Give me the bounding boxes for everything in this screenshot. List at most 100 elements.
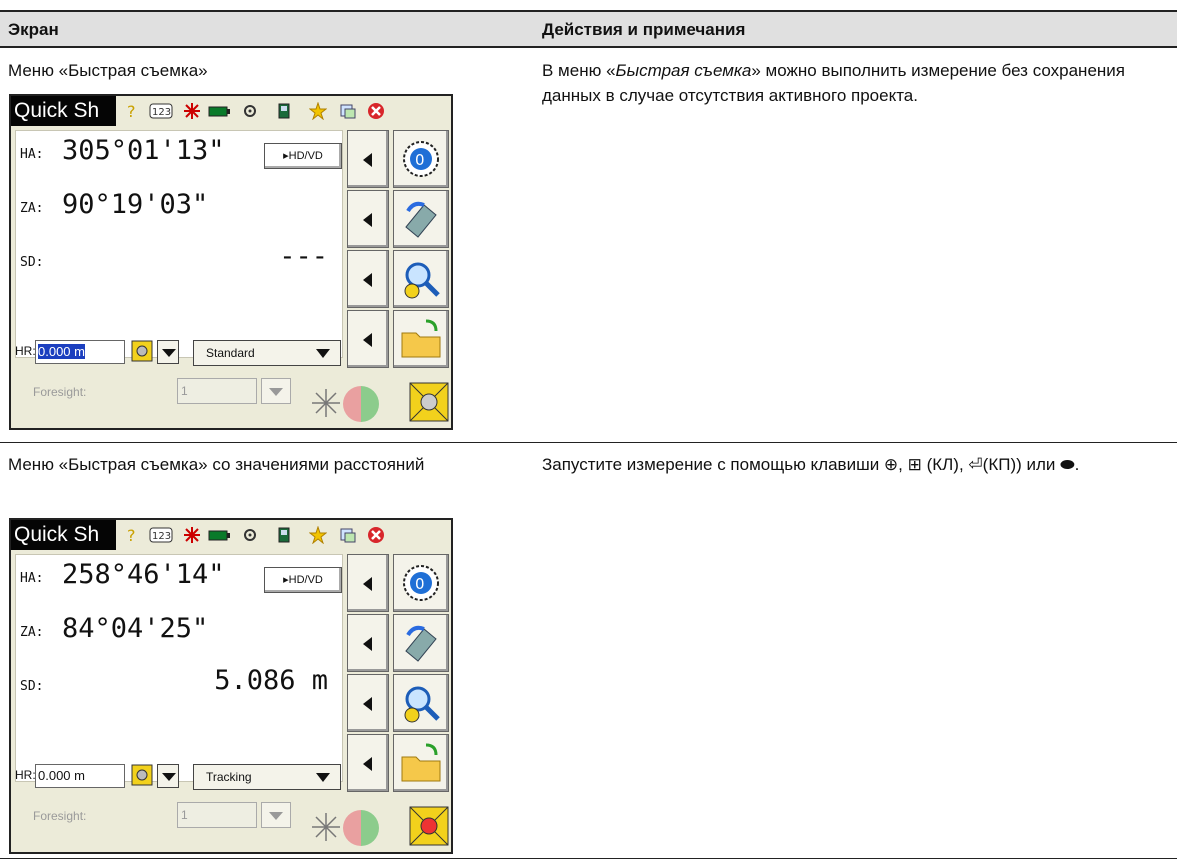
open-folder-button[interactable] (393, 310, 449, 368)
row1-notes: В меню «Быстрая съемка» можно выполнить … (542, 58, 1172, 108)
folder-icon (401, 319, 441, 358)
za-label: ZA: (20, 625, 44, 640)
svg-text:0: 0 (415, 575, 425, 593)
ha-value: 305°01'13" (62, 135, 225, 166)
foresight-dropdown[interactable] (261, 802, 291, 828)
svg-text:123: 123 (152, 107, 171, 118)
close-icon[interactable] (367, 526, 385, 544)
row-divider (0, 858, 1177, 859)
row1-notes-em: Быстрая съемка (615, 61, 752, 80)
row2-notes: Запустите измерение с помощью клавиши ⊕,… (542, 455, 1080, 474)
hr-value: 0.000 m (38, 344, 85, 359)
measurement-panel: HA: 305°01'13" ▸HD/VD ZA: 90°19'03" SD: … (15, 130, 343, 358)
face-indicator-icon (343, 386, 379, 422)
hr-label: HR: (15, 344, 36, 358)
svg-text:0: 0 (415, 151, 425, 169)
favorites-star-icon[interactable] (309, 526, 327, 544)
laser-pointer-icon[interactable] (183, 102, 201, 120)
screen-title: Quick Sh (11, 520, 116, 550)
prism-icon[interactable] (131, 340, 153, 362)
prism-icon[interactable] (131, 764, 153, 786)
search-target-button[interactable] (393, 674, 449, 732)
search-target-icon (404, 686, 440, 723)
expand-arrow-button[interactable] (347, 554, 389, 612)
keypad-123-icon[interactable]: 123 (149, 102, 173, 120)
laser-pointer-icon[interactable] (183, 526, 201, 544)
svg-text:?: ? (127, 526, 136, 544)
hr-input[interactable]: 0.000 m (35, 340, 125, 364)
battery-icon[interactable] (207, 102, 231, 120)
measure-button[interactable] (393, 614, 449, 672)
open-folder-button[interactable] (393, 734, 449, 792)
row1-caption: Меню «Быстрая съемка» (8, 61, 208, 80)
instrument-icon[interactable] (275, 526, 293, 544)
measure-icon (405, 201, 437, 238)
expand-arrow-button[interactable] (347, 250, 389, 308)
expand-arrow-button[interactable] (347, 310, 389, 368)
zero-set-button[interactable]: 0 (393, 554, 449, 612)
sd-value: 5.086 m (214, 665, 328, 696)
instrument-icon[interactable] (275, 102, 293, 120)
measurement-panel: HA: 258°46'14" ▸HD/VD ZA: 84°04'25" SD: … (15, 554, 343, 782)
settings-icon[interactable] (241, 102, 259, 120)
zero-set-icon: 0 (403, 565, 439, 601)
ha-value: 258°46'14" (62, 559, 225, 590)
foresight-input[interactable]: 1 (177, 802, 257, 828)
mode-select[interactable]: Standard (193, 340, 341, 366)
expand-arrow-button[interactable] (347, 130, 389, 188)
prism-dropdown[interactable] (157, 340, 179, 364)
za-value: 90°19'03" (62, 189, 209, 220)
sd-value: --- (279, 241, 328, 272)
zero-set-icon: 0 (403, 141, 439, 177)
screen-title: Quick Sh (11, 96, 116, 126)
zero-set-button[interactable]: 0 (393, 130, 449, 188)
table-header: Экран Действия и примечания (0, 10, 1177, 48)
prism-dropdown[interactable] (157, 764, 179, 788)
target-icon[interactable] (409, 382, 449, 422)
title-bar: Quick Sh ? 123 (11, 520, 451, 550)
measure-icon (405, 625, 437, 662)
ha-label: HA: (20, 147, 44, 162)
battery-icon[interactable] (207, 526, 231, 544)
column-header-screen: Экран (8, 20, 59, 39)
laser-icon[interactable] (311, 388, 341, 418)
keypad-123-icon[interactable]: 123 (149, 526, 173, 544)
quick-shot-screen-2: Quick Sh ? 123 HA: 258°46'14" ▸HD/VD ZA:… (9, 518, 453, 854)
expand-arrow-button[interactable] (347, 734, 389, 792)
row2-caption: Меню «Быстрая съемка» со значениями расс… (8, 455, 425, 474)
foresight-input[interactable]: 1 (177, 378, 257, 404)
hr-label: HR: (15, 768, 36, 782)
foresight-dropdown[interactable] (261, 378, 291, 404)
mode-select[interactable]: Tracking (193, 764, 341, 790)
title-bar: Quick Sh ? 123 (11, 96, 451, 126)
hr-value: 0.000 m (38, 768, 85, 783)
quick-shot-screen-1: Quick Sh ? 123 HA: 305°01'13" ▸HD/VD ZA:… (9, 94, 453, 430)
measure-button[interactable] (393, 190, 449, 248)
column-header-notes: Действия и примечания (542, 20, 746, 39)
expand-arrow-button[interactable] (347, 190, 389, 248)
close-icon[interactable] (367, 102, 385, 120)
hr-input[interactable]: 0.000 m (35, 764, 125, 788)
search-target-icon (404, 262, 440, 299)
search-target-button[interactable] (393, 250, 449, 308)
laser-icon[interactable] (311, 812, 341, 842)
help-icon[interactable]: ? (123, 102, 141, 120)
favorites-star-icon[interactable] (309, 102, 327, 120)
settings-icon[interactable] (241, 526, 259, 544)
expand-arrow-button[interactable] (347, 674, 389, 732)
ha-label: HA: (20, 571, 44, 586)
foresight-label: Foresight: (33, 385, 87, 399)
hd-vd-button[interactable]: ▸HD/VD (264, 143, 342, 169)
hd-vd-button[interactable]: ▸HD/VD (264, 567, 342, 593)
expand-arrow-button[interactable] (347, 614, 389, 672)
svg-text:?: ? (127, 102, 136, 120)
foresight-label: Foresight: (33, 809, 87, 823)
svg-text:123: 123 (152, 531, 171, 542)
target-icon[interactable] (409, 806, 449, 846)
row1-notes-pre: В меню « (542, 61, 616, 80)
sd-label: SD: (20, 679, 44, 694)
help-icon[interactable]: ? (123, 526, 141, 544)
switch-window-icon[interactable] (339, 526, 357, 544)
switch-window-icon[interactable] (339, 102, 357, 120)
sd-label: SD: (20, 255, 44, 270)
